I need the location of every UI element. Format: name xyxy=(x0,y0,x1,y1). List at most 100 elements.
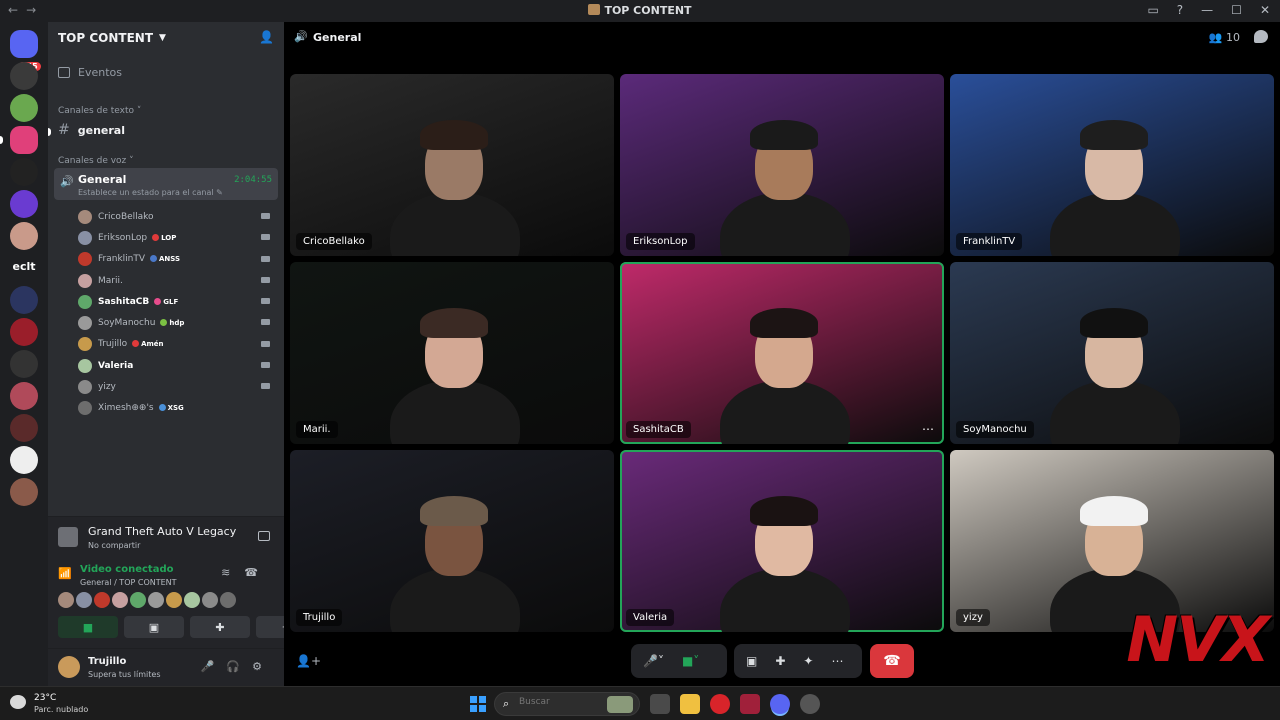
server-icon-text[interactable]: eclt xyxy=(6,260,42,273)
screen-share-icon[interactable] xyxy=(258,531,270,541)
avatar[interactable] xyxy=(148,592,164,608)
direct-messages-icon[interactable] xyxy=(10,30,38,58)
voice-member[interactable]: Trujillo Amén xyxy=(78,334,278,355)
opera-icon[interactable] xyxy=(710,694,730,714)
end-call-button[interactable]: ☎ xyxy=(870,644,914,678)
invite-icon[interactable]: 👤+ xyxy=(296,654,321,668)
video-tile[interactable]: SashitaCB ⋯ xyxy=(620,262,944,444)
voice-member[interactable]: yizy xyxy=(78,376,278,397)
video-tile[interactable]: Marii. xyxy=(290,262,614,444)
activities-icon[interactable]: ✚ xyxy=(775,654,785,668)
headphones-icon[interactable]: 🎧 xyxy=(226,660,252,673)
clan-tag-text: XSG xyxy=(167,404,184,413)
video-tile[interactable]: CricoBellako xyxy=(290,74,614,256)
taskbar-search[interactable]: ⌕ xyxy=(494,692,640,716)
server-header[interactable]: TOP CONTENT ▼ 👤 xyxy=(48,22,284,54)
server-icon[interactable] xyxy=(10,222,38,250)
search-input[interactable] xyxy=(519,697,599,707)
taskbar-apps xyxy=(650,694,820,714)
server-icon[interactable] xyxy=(10,126,38,154)
user-controls: 🎤🎧⚙ xyxy=(201,660,274,673)
disconnect-icon[interactable]: ☎ xyxy=(244,566,272,579)
member-name: yizy xyxy=(98,382,116,393)
task-view-icon[interactable] xyxy=(650,694,670,714)
avatar[interactable] xyxy=(202,592,218,608)
server-icon[interactable] xyxy=(10,478,38,506)
camera-icon[interactable]: ■˅ xyxy=(682,654,699,668)
server-icon[interactable] xyxy=(10,190,38,218)
avatar[interactable] xyxy=(130,592,146,608)
voice-category[interactable]: Canales de voz ˅ xyxy=(58,156,134,166)
video-tile[interactable]: EriksonLop xyxy=(620,74,944,256)
avatar[interactable] xyxy=(76,592,92,608)
avatar[interactable] xyxy=(112,592,128,608)
noise-suppression-icon[interactable]: ≋ xyxy=(221,566,244,579)
add-member-icon[interactable]: 👤 xyxy=(259,30,274,44)
avatar[interactable] xyxy=(58,592,74,608)
participant-name: CricoBellako xyxy=(296,233,372,250)
inbox-icon[interactable]: ▭ xyxy=(1147,3,1158,17)
avatar[interactable] xyxy=(58,656,80,678)
window-controls: ▭ ? — ☐ ✕ xyxy=(1147,3,1270,17)
voice-member[interactable]: SashitaCB GLF xyxy=(78,291,278,312)
voice-member[interactable]: SoyManochu hdp xyxy=(78,312,278,333)
voice-member[interactable]: Ximesh⊕⊕'s XSG xyxy=(78,398,278,419)
avatar[interactable] xyxy=(166,592,182,608)
voice-member[interactable]: CricoBellako xyxy=(78,206,278,227)
signal-icon[interactable]: 📶 xyxy=(58,567,72,580)
server-icon[interactable] xyxy=(10,62,38,90)
participant-body xyxy=(390,380,520,444)
server-icon[interactable] xyxy=(10,414,38,442)
server-icon[interactable] xyxy=(10,382,38,410)
avatar[interactable] xyxy=(94,592,110,608)
voice-member[interactable]: Marii. xyxy=(78,270,278,291)
text-category[interactable]: Canales de texto ˅ xyxy=(58,106,141,116)
minimize-icon[interactable]: — xyxy=(1201,3,1213,17)
app-icon[interactable] xyxy=(800,694,820,714)
voice-channel-status[interactable]: Establece un estado para el canal ✎ xyxy=(78,188,223,197)
share-screen-button[interactable]: ▣ xyxy=(124,616,184,638)
voice-member[interactable]: Valeria xyxy=(78,355,278,376)
discord-icon[interactable] xyxy=(770,694,790,714)
video-tile[interactable]: FranklinTV xyxy=(950,74,1274,256)
text-category-label: Canales de texto xyxy=(58,106,134,116)
clan-badge-icon xyxy=(154,297,162,305)
chat-icon[interactable] xyxy=(1254,30,1268,43)
member-clan-tag: Amén xyxy=(132,340,164,348)
microphone-icon[interactable]: 🎤 xyxy=(201,660,227,673)
voice-channel-general[interactable]: 🔊 General Establece un estado para el ca… xyxy=(54,168,278,200)
call-channel-title: General xyxy=(313,31,362,44)
server-icon[interactable] xyxy=(10,158,38,186)
video-tile[interactable]: Valeria xyxy=(620,450,944,632)
microphone-icon[interactable]: 🎤˅ xyxy=(643,654,664,668)
participant-count[interactable]: 👥 10 xyxy=(1209,31,1240,44)
soundboard-icon[interactable]: ✦ xyxy=(803,654,813,668)
server-icon[interactable] xyxy=(10,94,38,122)
help-icon[interactable]: ? xyxy=(1177,3,1183,17)
avatar[interactable] xyxy=(184,592,200,608)
tile-more-icon[interactable]: ⋯ xyxy=(922,422,934,436)
events-link[interactable]: Eventos xyxy=(58,66,122,79)
avatar[interactable] xyxy=(220,592,236,608)
channel-general-text[interactable]: # general xyxy=(58,122,125,138)
server-icon[interactable] xyxy=(10,446,38,474)
server-icon[interactable] xyxy=(10,350,38,378)
more-icon[interactable]: ⋯ xyxy=(831,654,843,668)
file-explorer-icon[interactable] xyxy=(680,694,700,714)
gear-icon[interactable]: ⚙ xyxy=(252,660,274,673)
clan-badge-icon xyxy=(158,404,166,412)
server-icon[interactable] xyxy=(10,286,38,314)
app-icon[interactable] xyxy=(740,694,760,714)
server-icon[interactable] xyxy=(10,318,38,346)
video-tile[interactable]: Trujillo xyxy=(290,450,614,632)
video-tile[interactable]: SoyManochu xyxy=(950,262,1274,444)
start-button[interactable] xyxy=(470,696,486,712)
connection-status[interactable]: Video conectado xyxy=(80,564,173,575)
screen-share-icon[interactable]: ▣ xyxy=(746,654,757,668)
maximize-icon[interactable]: ☐ xyxy=(1231,3,1242,17)
activities-button[interactable]: ✚ xyxy=(190,616,250,638)
voice-member[interactable]: FranklinTV ANSS xyxy=(78,249,278,270)
camera-button[interactable]: ■ xyxy=(58,616,118,638)
voice-member[interactable]: EriksonLop LOP xyxy=(78,227,278,248)
close-icon[interactable]: ✕ xyxy=(1260,3,1270,17)
